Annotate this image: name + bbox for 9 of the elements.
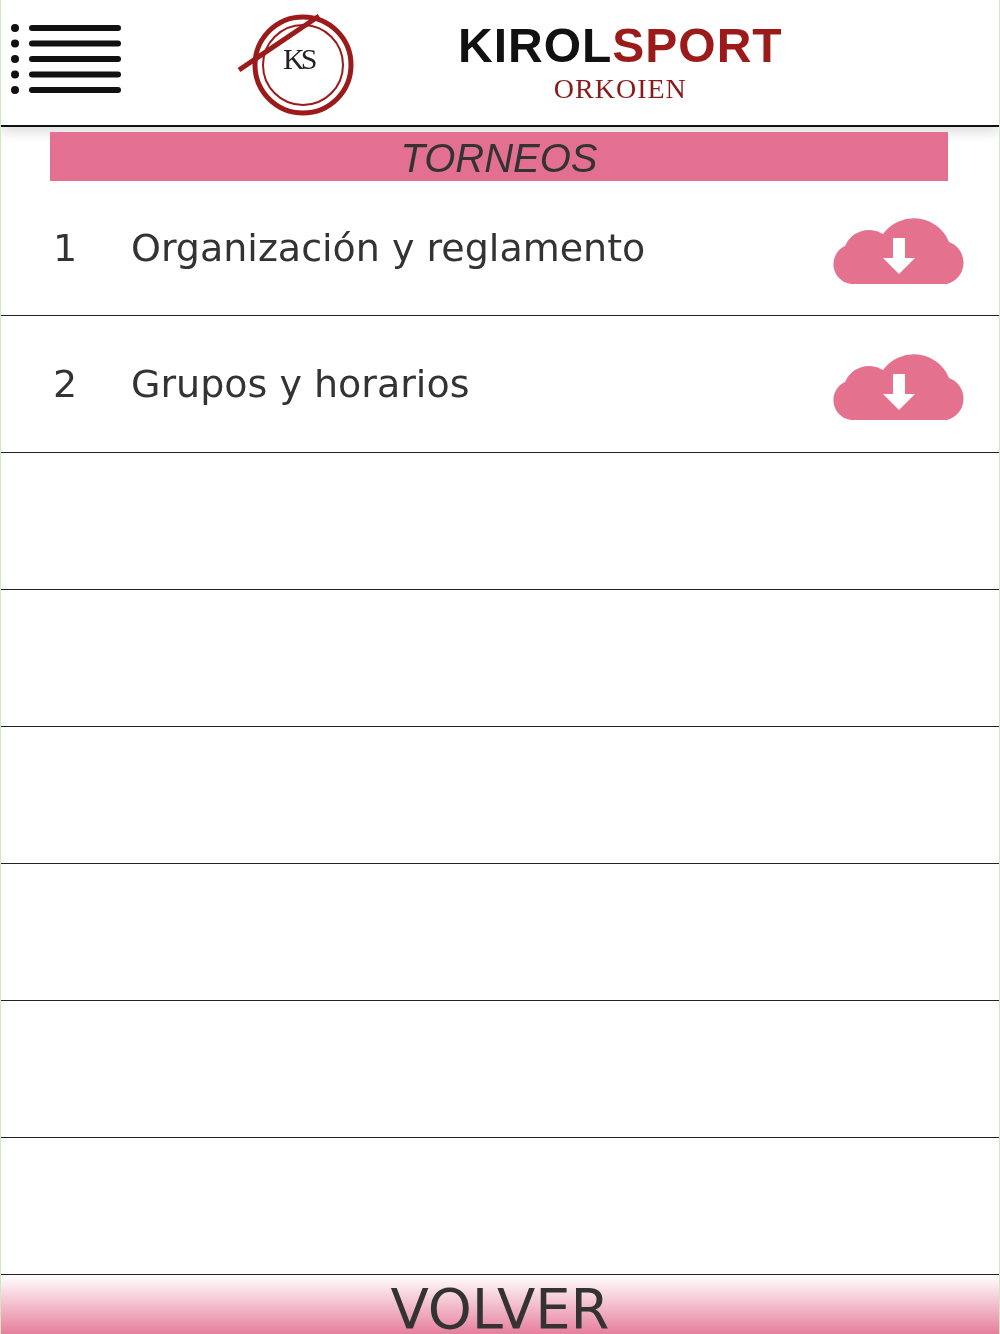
back-button[interactable]: VOLVER <box>1 1275 999 1334</box>
document-title: Grupos y horarios <box>131 362 471 406</box>
brand-name: KIROLSPORT <box>458 20 783 73</box>
brand-subtitle: ORKOIEN <box>553 72 687 105</box>
row-number: 1 <box>52 226 79 270</box>
row-number: 2 <box>52 362 79 406</box>
menu-icon[interactable] <box>11 23 123 94</box>
document-title: Organización y reglamento <box>131 226 647 270</box>
section-banner: TORNEOS <box>50 132 948 181</box>
